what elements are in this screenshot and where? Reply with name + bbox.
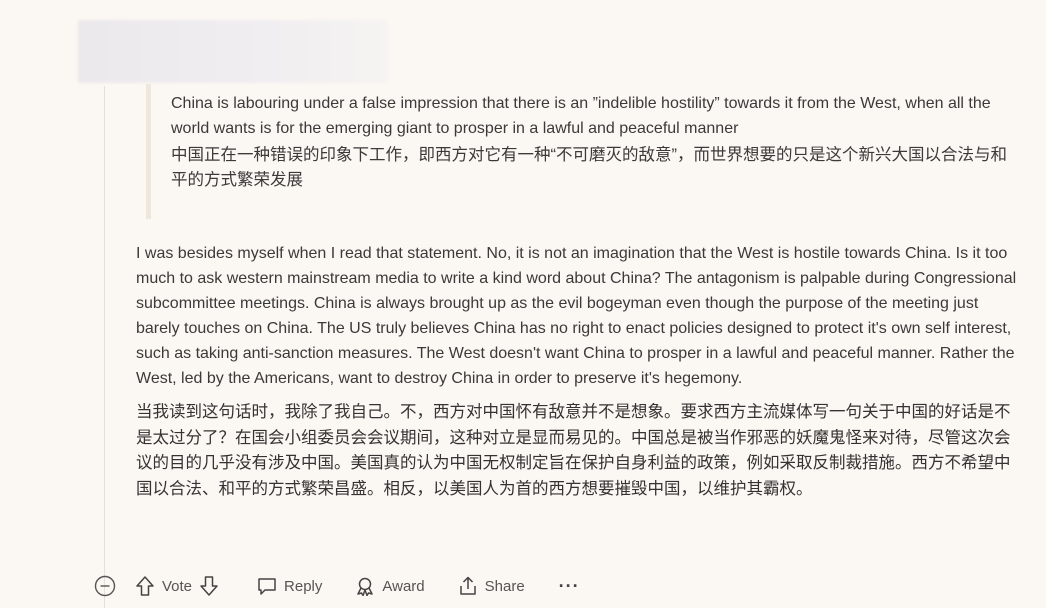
comment-english-text: I was besides myself when I read that st… (136, 245, 1017, 387)
award-ribbon-icon (357, 577, 374, 596)
more-options-icon: ··· (558, 575, 580, 596)
comment-action-bar: Vote Reply Award Share ··· (94, 570, 580, 602)
downvote-arrow-icon[interactable] (199, 575, 219, 597)
award-label: Award (382, 577, 425, 595)
reply-label: Reply (284, 577, 323, 595)
quote-english-text: China is labouring under a false impress… (171, 95, 991, 137)
reply-button[interactable]: Reply (257, 576, 322, 596)
collapse-button[interactable] (94, 575, 116, 597)
more-options-button[interactable]: ··· (559, 576, 580, 597)
vote-label: Vote (162, 577, 193, 595)
award-button[interactable]: Award (355, 576, 425, 596)
upvote-arrow-icon[interactable] (135, 575, 155, 597)
comment-body: I was besides myself when I read that st… (136, 241, 1026, 502)
share-button[interactable]: Share (458, 576, 525, 596)
quote-chinese-text: 中国正在一种错误的印象下工作，即西方对它有一种“不可磨灭的敌意”，而世界想要的只… (171, 146, 1007, 189)
blurred-username-area (78, 20, 388, 83)
collapse-minus-icon (94, 575, 116, 597)
comment-chinese-text: 当我读到这句话时，我除了我自己。不，西方对中国怀有敌意并不是想象。要求西方主流媒… (136, 403, 1011, 498)
share-upload-icon (459, 576, 476, 595)
comment-bubble-icon (258, 578, 276, 595)
thread-line[interactable] (104, 86, 105, 608)
blockquote: China is labouring under a false impress… (146, 84, 1016, 219)
vote-control: Vote (135, 575, 219, 597)
share-label: Share (484, 577, 525, 595)
